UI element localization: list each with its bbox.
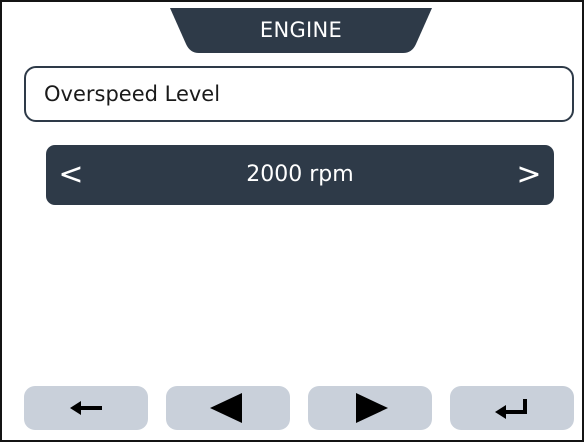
- enter-return-icon: [495, 399, 527, 419]
- triangle-left-icon: [210, 393, 242, 423]
- parameter-name-label: Overspeed Level: [44, 82, 221, 106]
- back-button[interactable]: [24, 386, 148, 430]
- parameter-name-field: Overspeed Level: [24, 66, 574, 122]
- next-button[interactable]: [308, 386, 432, 430]
- parameter-value: 2000 rpm: [246, 162, 354, 187]
- value-selector: < 2000 rpm >: [46, 145, 554, 205]
- header-tab: ENGINE: [170, 8, 432, 53]
- increase-value-button[interactable]: >: [507, 145, 551, 205]
- back-arrow-icon: [70, 401, 102, 415]
- screen-title: ENGINE: [259, 18, 343, 42]
- display-screen: ENGINE Overspeed Level < 2000 rpm >: [0, 0, 584, 442]
- triangle-right-icon: [356, 393, 388, 423]
- decrease-value-button[interactable]: <: [49, 145, 93, 205]
- previous-button[interactable]: [166, 386, 290, 430]
- enter-button[interactable]: [450, 386, 574, 430]
